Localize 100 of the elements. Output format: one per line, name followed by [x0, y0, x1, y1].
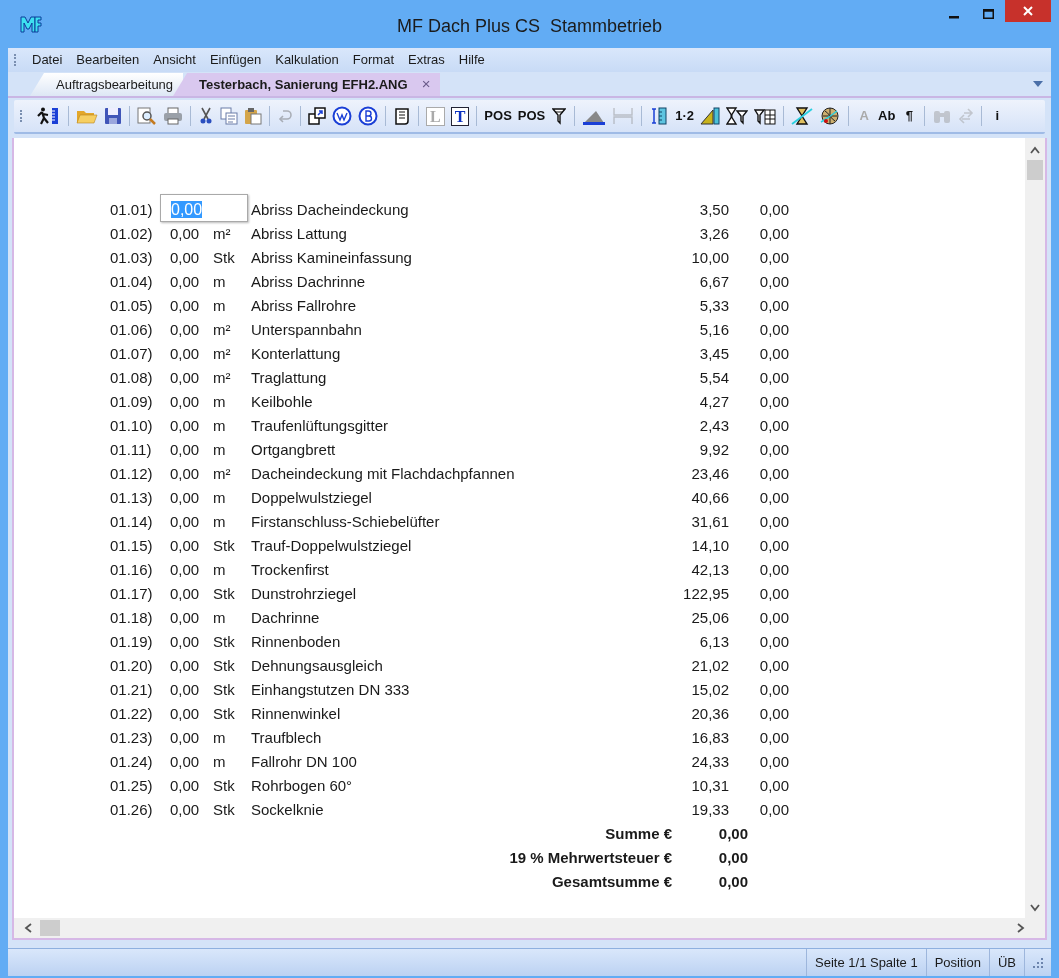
unit-price: 6,67: [698, 271, 729, 292]
unit-text: m: [213, 439, 227, 460]
line-total: 0,00: [758, 295, 789, 316]
tab[interactable]: Auftragsbearbeitung: [30, 73, 184, 96]
window-icon[interactable]: [305, 104, 329, 128]
position-number: 01.05): [110, 295, 154, 316]
item-description: Sockelknie: [251, 799, 325, 820]
menu-item[interactable]: Ansicht: [147, 48, 204, 72]
position-number: 01.19): [110, 631, 154, 652]
line-total: 0,00: [758, 223, 789, 244]
quantity-text: 0,00: [170, 343, 201, 364]
quantity-text: 0,00: [170, 391, 201, 412]
menu-item[interactable]: Kalkulation: [269, 48, 347, 72]
line-total: 0,00: [758, 199, 789, 220]
item-description: Traglattung: [251, 367, 328, 388]
quantity-text: 0,00: [170, 319, 201, 340]
menu-item[interactable]: Einfügen: [203, 48, 270, 72]
line-total: 0,00: [758, 343, 789, 364]
dropdown-arrow-icon[interactable]: [1033, 81, 1043, 87]
quantity-text: 0,00: [170, 415, 201, 436]
item-description: Keilbohle: [251, 391, 314, 412]
position-number: 01.01): [110, 199, 154, 220]
total-label: Summe €: [604, 823, 672, 844]
menu-item[interactable]: Hilfe: [452, 48, 493, 72]
tab[interactable]: Testerbach, Sanierung EFH2.ANG ×: [173, 73, 441, 96]
quantity-text: 0,00: [170, 559, 201, 580]
line-total: 0,00: [758, 271, 789, 292]
unit-text: m: [213, 391, 227, 412]
toolbar-button[interactable]: i: [986, 104, 1009, 128]
item-description: Rohrbogen 60°: [251, 775, 354, 796]
maximize-icon[interactable]: [982, 9, 994, 19]
item-description: Abriss Lattung: [251, 223, 348, 244]
quantity-text: 0,00: [170, 583, 201, 604]
app-logo-icon: [20, 15, 42, 33]
toolbar-button[interactable]: ¶: [898, 104, 921, 128]
unit-text: m: [213, 295, 227, 316]
unit-price: 3,50: [698, 199, 729, 220]
status-panel: ÜB: [988, 948, 1024, 977]
scroll-down-icon[interactable]: [1030, 904, 1040, 912]
scroll-thumb[interactable]: [1027, 160, 1043, 180]
quantity-text: 0,00: [170, 535, 201, 556]
item-description: Rinnenwinkel: [251, 703, 342, 724]
item-description: Abriss Dachrinne: [251, 271, 367, 292]
line-total: 0,00: [758, 511, 789, 532]
toolbar-button[interactable]: 1·2: [672, 104, 698, 128]
line-total: 0,00: [758, 463, 789, 484]
unit-text: m: [213, 511, 227, 532]
menu-item[interactable]: Bearbeiten: [70, 48, 148, 72]
toolbar-button[interactable]: Ab: [875, 104, 899, 128]
toolbar-button[interactable]: POS: [514, 104, 549, 128]
line-total: 0,00: [758, 535, 789, 556]
position-number: 01.10): [110, 415, 154, 436]
unit-price: 31,61: [690, 511, 729, 532]
item-description: Traufblech: [251, 727, 323, 748]
line-total: 0,00: [758, 703, 789, 724]
menu-item[interactable]: Extras: [402, 48, 453, 72]
line-total: 0,00: [758, 727, 789, 748]
close-icon[interactable]: ×: [421, 73, 431, 96]
position-number: 01.02): [110, 223, 154, 244]
item-description: Firstanschluss-Schiebelüfter: [251, 511, 441, 532]
position-number: 01.12): [110, 463, 154, 484]
position-number: 01.14): [110, 511, 154, 532]
quantity-text: 0,00: [170, 511, 201, 532]
item-description: Dehnungsausgleich: [251, 655, 384, 676]
scroll-right-icon[interactable]: [1017, 923, 1025, 933]
unit-text: m: [213, 271, 227, 292]
item-description: Rinnenboden: [251, 631, 342, 652]
menu-item[interactable]: Datei: [26, 48, 71, 72]
menu-item[interactable]: Format: [346, 48, 402, 72]
position-number: 01.25): [110, 775, 154, 796]
toolbar-button[interactable]: POS: [481, 104, 515, 128]
quantity-text: 0,00: [170, 727, 201, 748]
unit-text: Stk: [213, 679, 236, 700]
unit-price: 19,33: [690, 799, 729, 820]
scroll-thumb[interactable]: [40, 920, 60, 936]
tab-label: Testerbach, Sanierung EFH2.ANG: [199, 75, 408, 94]
item-description: Doppelwulstziegel: [251, 487, 373, 508]
status-panel: Position: [925, 948, 989, 977]
position-number: 01.03): [110, 247, 154, 268]
item-description: Trockenfirst: [251, 559, 330, 580]
unit-price: 4,27: [698, 391, 729, 412]
line-total: 0,00: [758, 679, 789, 700]
unit-text: m²: [213, 343, 232, 364]
line-total: 0,00: [758, 319, 789, 340]
line-total: 0,00: [758, 439, 789, 460]
unit-price: 42,13: [690, 559, 729, 580]
unit-price: 23,46: [690, 463, 729, 484]
scroll-up-icon[interactable]: [1030, 146, 1040, 154]
line-total: 0,00: [758, 751, 789, 772]
line-total: 0,00: [758, 367, 789, 388]
unit-price: 10,31: [690, 775, 729, 796]
line-total: 0,00: [758, 415, 789, 436]
unit-price: 3,45: [698, 343, 729, 364]
unit-text: Stk: [213, 703, 236, 724]
total-label: 19 % Mehrwertsteuer €: [508, 847, 672, 868]
item-description: Abriss Fallrohre: [251, 295, 358, 316]
unit-text: m²: [213, 223, 232, 244]
unit-text: m: [213, 607, 227, 628]
scroll-left-icon[interactable]: [24, 923, 32, 933]
close-button[interactable]: [1005, 0, 1051, 22]
